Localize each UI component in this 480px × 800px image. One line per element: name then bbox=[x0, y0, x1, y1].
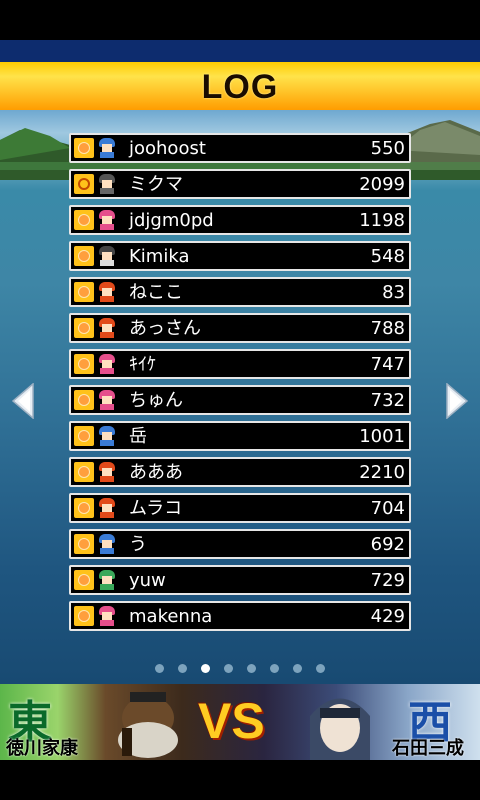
versus-label: VS bbox=[198, 693, 265, 749]
player-score: 732 bbox=[370, 390, 405, 411]
player-avatar-icon bbox=[97, 462, 117, 482]
bottom-bar bbox=[0, 760, 480, 800]
player-score: 692 bbox=[370, 534, 405, 555]
west-general-name: 石田三成 bbox=[392, 738, 464, 759]
rank-badge-icon bbox=[74, 606, 94, 626]
player-score: 2210 bbox=[359, 462, 405, 483]
player-score: 429 bbox=[370, 606, 405, 627]
header-strip bbox=[0, 40, 480, 62]
player-name: あっさん bbox=[129, 318, 201, 339]
log-row[interactable]: あああ 2210 bbox=[69, 457, 411, 487]
player-avatar-icon bbox=[97, 534, 117, 554]
log-row[interactable]: あっさん 788 bbox=[69, 313, 411, 343]
player-name: joohoost bbox=[129, 138, 206, 159]
player-avatar-icon bbox=[97, 390, 117, 410]
player-score: 1198 bbox=[359, 210, 405, 231]
player-avatar-icon bbox=[97, 426, 117, 446]
player-avatar-icon bbox=[97, 174, 117, 194]
page-dot[interactable] bbox=[201, 664, 210, 673]
east-general-name: 徳川家康 bbox=[6, 738, 78, 759]
title-bar: LOG bbox=[0, 62, 480, 110]
log-row[interactable]: joohoost 550 bbox=[69, 133, 411, 163]
rank-badge-icon bbox=[74, 534, 94, 554]
player-avatar-icon bbox=[97, 354, 117, 374]
log-row[interactable]: ｷｲｹ 747 bbox=[69, 349, 411, 379]
player-avatar-icon bbox=[97, 606, 117, 626]
log-row[interactable]: makenna 429 bbox=[69, 601, 411, 631]
log-row[interactable]: う 692 bbox=[69, 529, 411, 559]
page-indicator bbox=[0, 658, 480, 674]
player-score: 1001 bbox=[359, 426, 405, 447]
player-name: う bbox=[129, 534, 147, 555]
page-dot[interactable] bbox=[155, 664, 164, 673]
rank-badge-icon bbox=[74, 138, 94, 158]
player-avatar-icon bbox=[97, 138, 117, 158]
rank-badge-icon bbox=[74, 498, 94, 518]
log-row[interactable]: yuw 729 bbox=[69, 565, 411, 595]
page-dot[interactable] bbox=[270, 664, 279, 673]
player-name: makenna bbox=[129, 606, 213, 627]
page-title: LOG bbox=[201, 68, 279, 106]
rank-badge-icon bbox=[74, 354, 94, 374]
log-row[interactable]: ちゅん 732 bbox=[69, 385, 411, 415]
rank-badge-icon bbox=[74, 390, 94, 410]
player-avatar-icon bbox=[97, 570, 117, 590]
log-row[interactable]: jdjgm0pd 1198 bbox=[69, 205, 411, 235]
player-score: 747 bbox=[370, 354, 405, 375]
log-row[interactable]: ねここ 83 bbox=[69, 277, 411, 307]
page-dot[interactable] bbox=[178, 664, 187, 673]
player-name: ちゅん bbox=[129, 390, 183, 411]
log-row[interactable]: ムラコ 704 bbox=[69, 493, 411, 523]
player-avatar-icon bbox=[97, 498, 117, 518]
page-dot[interactable] bbox=[316, 664, 325, 673]
player-score: 2099 bbox=[359, 174, 405, 195]
rank-badge-icon bbox=[74, 282, 94, 302]
page-dot[interactable] bbox=[247, 664, 256, 673]
player-name: あああ bbox=[129, 462, 183, 483]
west-general-portrait bbox=[310, 698, 370, 760]
player-name: ねここ bbox=[129, 282, 183, 303]
player-score: 788 bbox=[370, 318, 405, 339]
player-name: Kimika bbox=[129, 246, 190, 267]
next-page-arrow-icon[interactable] bbox=[446, 383, 468, 419]
log-row[interactable]: 岳 1001 bbox=[69, 421, 411, 451]
player-avatar-icon bbox=[97, 282, 117, 302]
log-row[interactable]: Kimika 548 bbox=[69, 241, 411, 271]
page-dot[interactable] bbox=[224, 664, 233, 673]
player-avatar-icon bbox=[97, 210, 117, 230]
player-score: 548 bbox=[370, 246, 405, 267]
status-bar bbox=[0, 0, 480, 40]
player-name: ミクマ bbox=[129, 174, 183, 195]
rank-badge-icon bbox=[74, 318, 94, 338]
player-score: 729 bbox=[370, 570, 405, 591]
battle-banner[interactable]: 東 徳川家康 VS 西 石田三成 bbox=[0, 684, 480, 760]
log-row[interactable]: ミクマ 2099 bbox=[69, 169, 411, 199]
rank-badge-icon bbox=[74, 426, 94, 446]
player-score: 550 bbox=[370, 138, 405, 159]
player-score: 83 bbox=[382, 282, 405, 303]
player-name: jdjgm0pd bbox=[129, 210, 214, 231]
east-general-portrait bbox=[118, 692, 178, 758]
rank-badge-icon bbox=[74, 462, 94, 482]
rank-badge-icon bbox=[74, 246, 94, 266]
rank-badge-icon bbox=[74, 570, 94, 590]
player-avatar-icon bbox=[97, 318, 117, 338]
player-name: yuw bbox=[129, 570, 166, 591]
rank-badge-icon bbox=[74, 210, 94, 230]
player-name: ｷｲｹ bbox=[129, 354, 156, 375]
player-name: ムラコ bbox=[129, 498, 183, 519]
previous-page-arrow-icon[interactable] bbox=[12, 383, 34, 419]
player-avatar-icon bbox=[97, 246, 117, 266]
player-score: 704 bbox=[370, 498, 405, 519]
target-badge-icon bbox=[74, 174, 94, 194]
page-dot[interactable] bbox=[293, 664, 302, 673]
player-name: 岳 bbox=[129, 426, 147, 447]
